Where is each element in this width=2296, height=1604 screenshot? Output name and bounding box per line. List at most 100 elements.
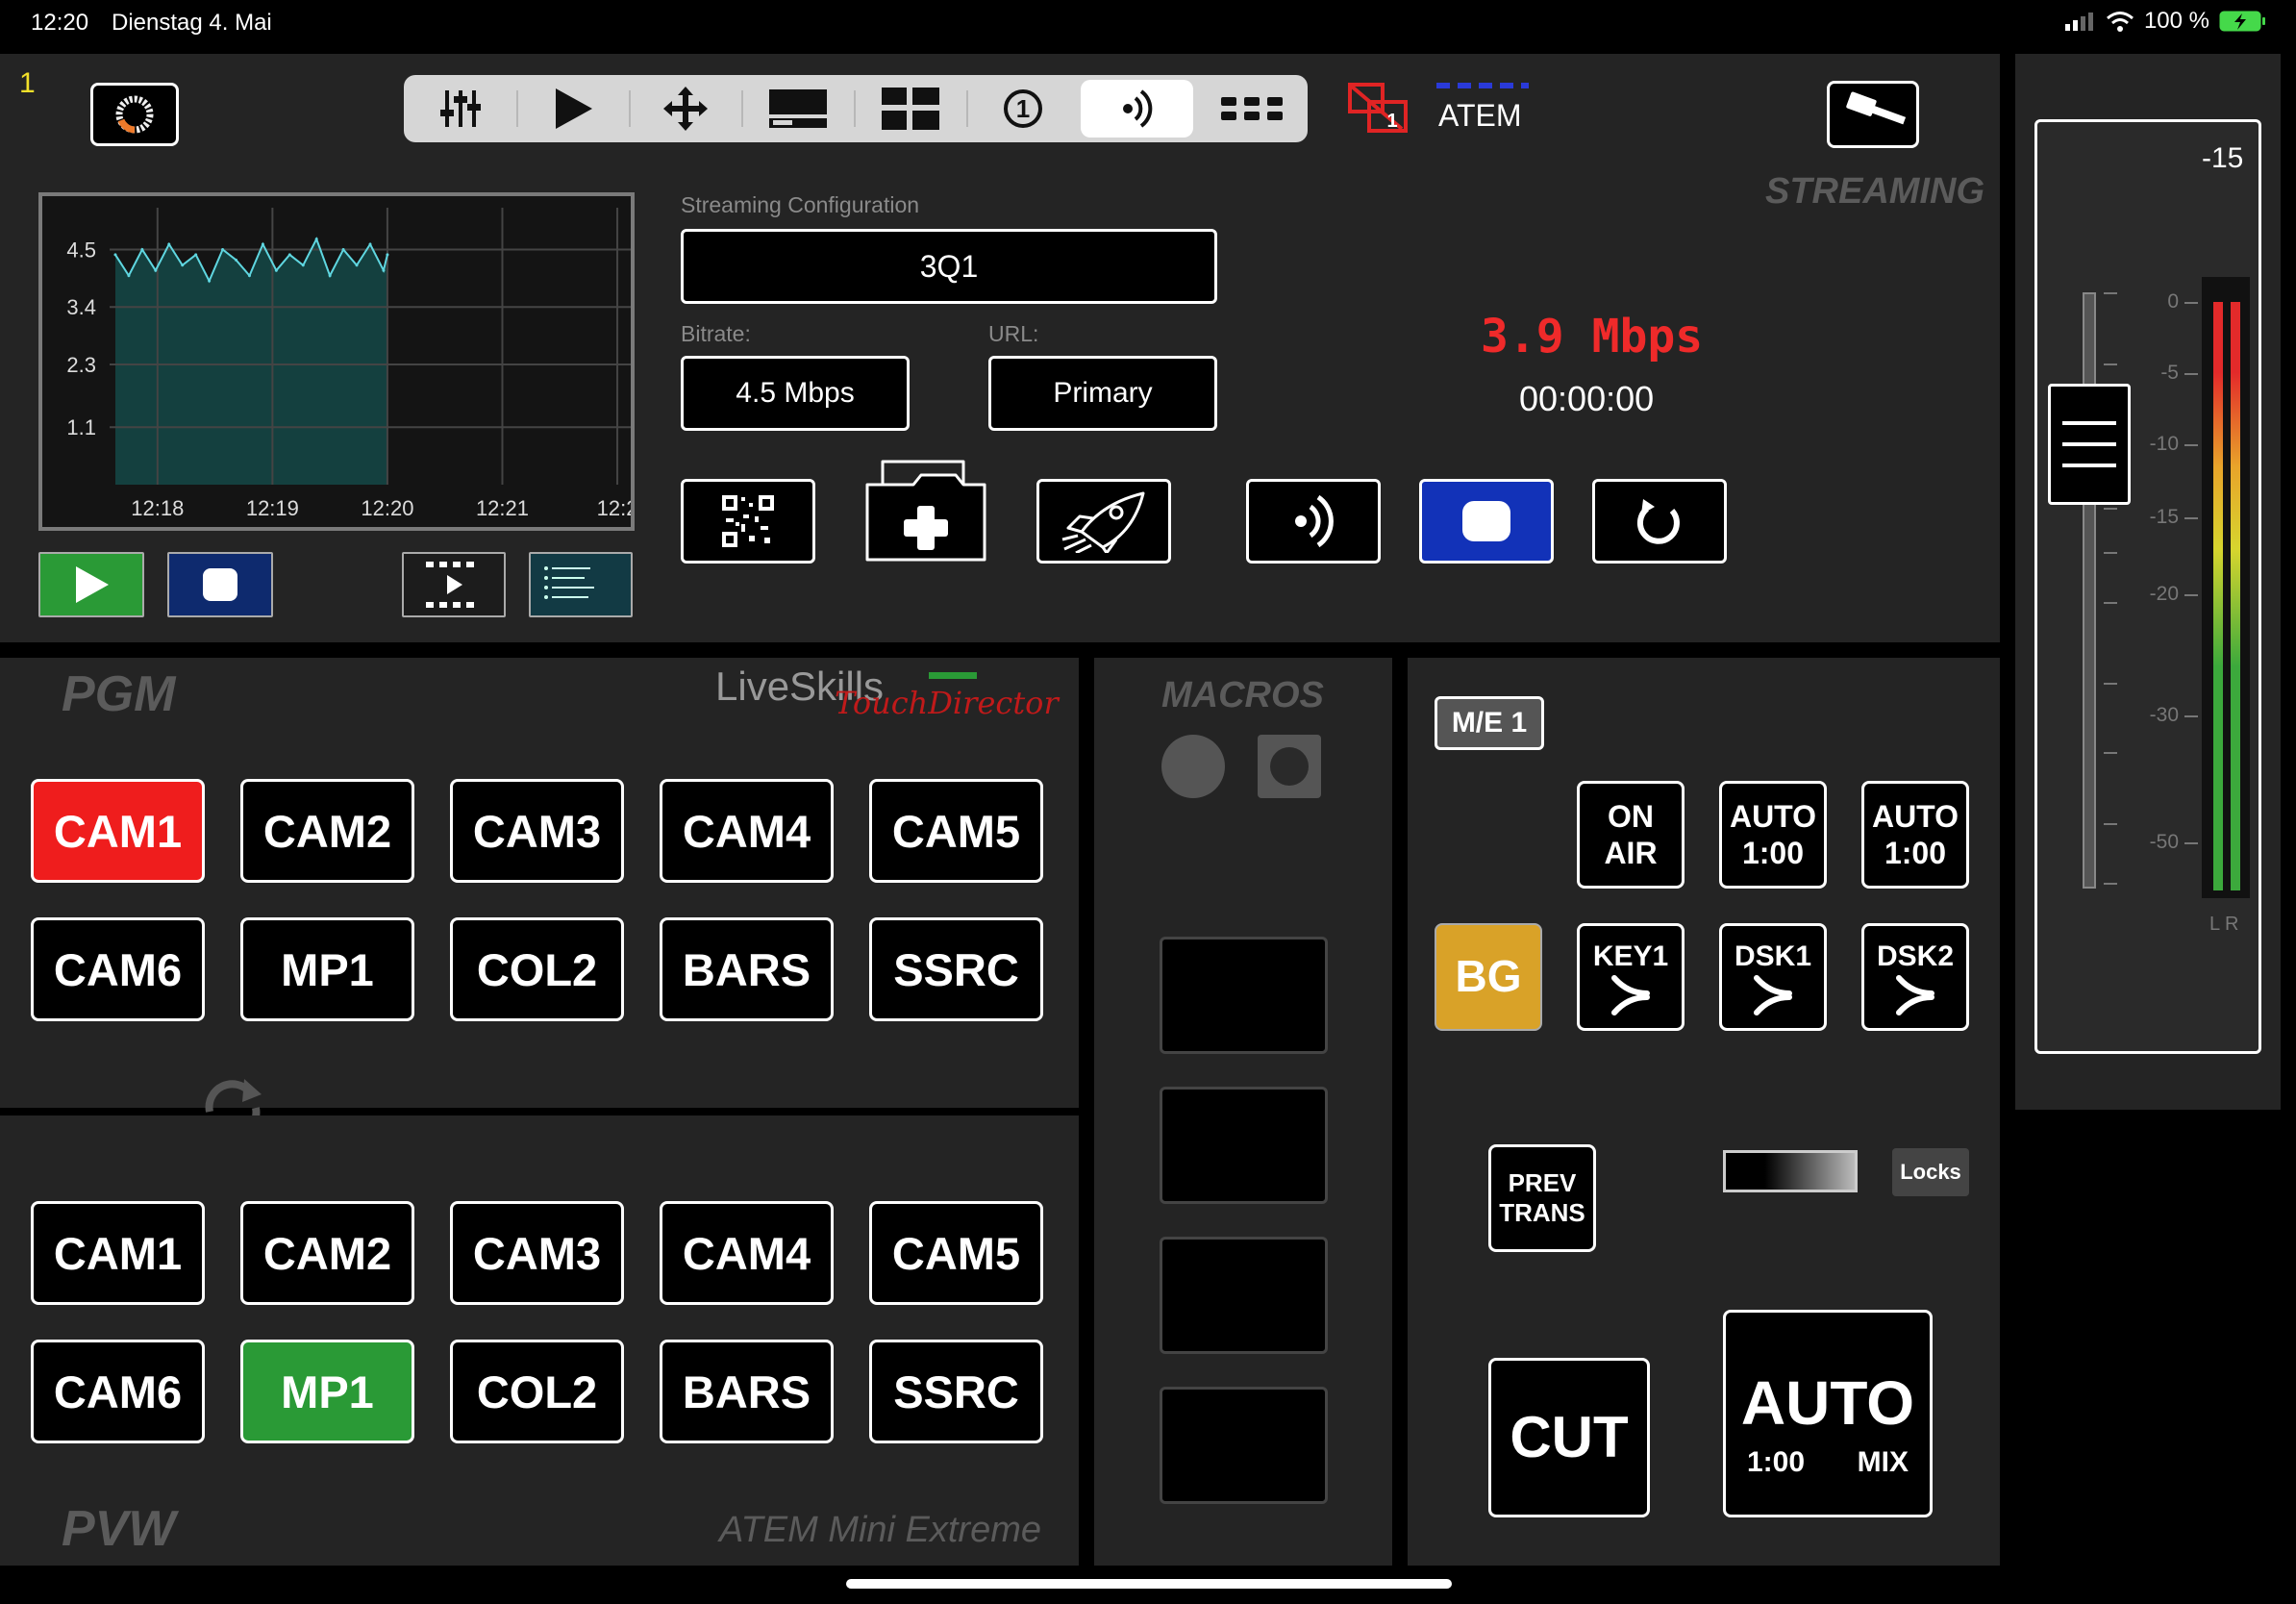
play-stream-button[interactable] — [38, 552, 144, 617]
me-selector[interactable]: M/E 1 — [1435, 696, 1544, 750]
pgm-source-cam1[interactable]: CAM1 — [31, 779, 205, 883]
bitrate-chart: 12:18 12:19 12:20 12:21 12:2 4.5 3.4 2.3 1.1 — [38, 192, 635, 531]
grip-icon — [2062, 421, 2116, 467]
chart-x-tick: 12:2 — [597, 496, 631, 520]
pgm-source-ssrc[interactable]: SSRC — [869, 917, 1043, 1021]
toolbar-multiview[interactable] — [854, 75, 966, 142]
go-live-button[interactable] — [1246, 479, 1381, 564]
chart-point — [287, 253, 291, 257]
connection-indicator[interactable]: 1 — [1346, 81, 1413, 135]
pgm-source-bars[interactable]: BARS — [660, 917, 834, 1021]
auto-key-button[interactable]: AUTO 1:00 — [1719, 781, 1827, 889]
pvw-source-cam3[interactable]: CAM3 — [450, 1201, 624, 1305]
fader-tick — [2104, 883, 2117, 885]
pvw-source-bars[interactable]: BARS — [660, 1340, 834, 1443]
pvw-source-ssrc[interactable]: SSRC — [869, 1340, 1043, 1443]
pgm-source-cam5[interactable]: CAM5 — [869, 779, 1043, 883]
auto-button[interactable]: AUTO 1:00 MIX — [1723, 1310, 1933, 1517]
camera-shutter-button[interactable] — [90, 83, 179, 146]
toolbar-mixer[interactable] — [404, 75, 516, 142]
signal-icon — [2064, 13, 2093, 31]
key1-button[interactable]: KEY1 — [1577, 923, 1685, 1031]
fader-handle[interactable] — [2048, 384, 2131, 505]
launch-button[interactable] — [1036, 479, 1171, 564]
macro-stop-button[interactable] — [1258, 735, 1321, 798]
meter-scale-label: -10 — [2149, 433, 2179, 455]
toolbar-move[interactable] — [629, 75, 741, 142]
bitrate-field[interactable]: 4.5 Mbps — [681, 356, 910, 431]
fader-track — [2083, 292, 2096, 889]
device-name: ATEM — [1438, 98, 1522, 133]
macro-slot[interactable] — [1160, 1237, 1328, 1354]
transition-bar[interactable] — [1723, 1150, 1858, 1192]
clip-player-button[interactable] — [402, 552, 506, 617]
chart-point — [328, 274, 332, 278]
macro-slot[interactable] — [1160, 1387, 1328, 1504]
level-meter — [2202, 277, 2250, 898]
more-icon — [1220, 97, 1283, 120]
qr-code-button[interactable] — [681, 479, 815, 564]
macro-record-button[interactable] — [1161, 735, 1225, 798]
dsk2-button[interactable]: DSK2 — [1861, 923, 1969, 1031]
pvw-source-cam1[interactable]: CAM1 — [31, 1201, 205, 1305]
add-config-button[interactable] — [863, 456, 988, 564]
toolbar-stream[interactable] — [1081, 80, 1193, 138]
url-field[interactable]: Primary — [988, 356, 1217, 431]
streaming-config-field[interactable]: 3Q1 — [681, 229, 1217, 304]
chart-point — [355, 263, 359, 267]
pvw-source-col2[interactable]: COL2 — [450, 1340, 624, 1443]
pvw-source-cam4[interactable]: CAM4 — [660, 1201, 834, 1305]
meter-scale-label: -20 — [2149, 583, 2179, 605]
meter-tick — [2184, 842, 2198, 844]
pvw-source-cam2[interactable]: CAM2 — [240, 1201, 414, 1305]
prev-trans-button[interactable]: PREV TRANS — [1488, 1144, 1596, 1252]
chart-point — [127, 274, 131, 278]
meter-tick — [2184, 373, 2198, 375]
on-air-button[interactable]: ON AIR — [1577, 781, 1685, 889]
meter-bar-right — [2231, 302, 2240, 890]
pgm-title: PGM — [62, 666, 176, 722]
pgm-source-cam2[interactable]: CAM2 — [240, 779, 414, 883]
fader-tick — [2104, 552, 2117, 554]
fader-tick — [2104, 683, 2117, 685]
dsk1-button[interactable]: DSK1 — [1719, 923, 1827, 1031]
pvw-source-cam5[interactable]: CAM5 — [869, 1201, 1043, 1305]
auto-dsk-button[interactable]: AUTO 1:00 — [1861, 781, 1969, 889]
chart-y-tick: 4.5 — [66, 238, 96, 262]
bitrate-chart-svg: 12:18 12:19 12:20 12:21 12:2 4.5 3.4 2.3 1.1 — [66, 208, 631, 520]
macro-slot[interactable] — [1160, 937, 1328, 1054]
cut-label: CUT — [1510, 1405, 1629, 1469]
stream-duration: 00:00:00 — [1519, 379, 1655, 418]
toolbar-monitor[interactable] — [741, 75, 854, 142]
pgm-source-cam3[interactable]: CAM3 — [450, 779, 624, 883]
chart-point — [386, 253, 389, 257]
locks-button[interactable]: Locks — [1892, 1148, 1969, 1196]
home-indicator[interactable] — [846, 1579, 1452, 1589]
meter-tick — [2184, 715, 2198, 717]
stop-stream-button[interactable] — [167, 552, 273, 617]
record-button[interactable] — [1419, 479, 1554, 564]
reload-button[interactable] — [1592, 479, 1727, 564]
url-value: Primary — [1053, 377, 1153, 409]
folder-add-icon — [865, 460, 986, 562]
pgm-source-cam4[interactable]: CAM4 — [660, 779, 834, 883]
pgm-source-col2[interactable]: COL2 — [450, 917, 624, 1021]
toolbar-more[interactable] — [1195, 75, 1308, 142]
bg-button[interactable]: BG — [1435, 923, 1542, 1031]
pgm-source-cam6[interactable]: CAM6 — [31, 917, 205, 1021]
on-air-line1: ON — [1608, 798, 1654, 834]
toolbar-play[interactable] — [516, 75, 629, 142]
pvw-source-mp1[interactable]: MP1 — [240, 1340, 414, 1443]
fader-tick — [2104, 363, 2117, 365]
monitor-icon — [768, 89, 827, 128]
log-button[interactable] — [529, 552, 633, 617]
chart-point — [167, 242, 171, 246]
chart-y-tick: 1.1 — [66, 415, 96, 439]
pgm-source-mp1[interactable]: MP1 — [240, 917, 414, 1021]
toolbar-one[interactable]: 1 — [966, 75, 1079, 142]
tools-button[interactable] — [1827, 81, 1919, 148]
meter-scale-label: -15 — [2149, 506, 2179, 528]
pvw-source-cam6[interactable]: CAM6 — [31, 1340, 205, 1443]
macro-slot[interactable] — [1160, 1087, 1328, 1204]
cut-button[interactable]: CUT — [1488, 1358, 1650, 1517]
